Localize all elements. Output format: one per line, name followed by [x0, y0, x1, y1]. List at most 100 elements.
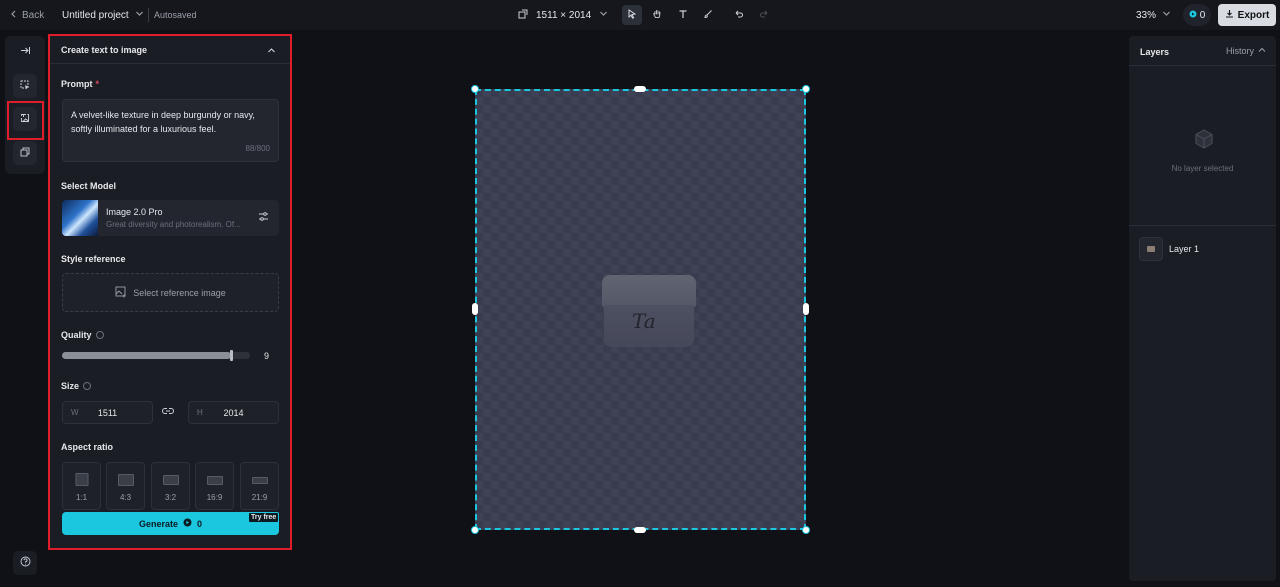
model-thumbnail: [62, 200, 98, 236]
layers-title[interactable]: Layers: [1140, 47, 1169, 57]
collapse-panel-button[interactable]: [13, 40, 37, 64]
divider: [1129, 225, 1276, 226]
back-label: Back: [22, 9, 45, 21]
brush-icon: [703, 8, 713, 22]
arrow-right-bar-icon: [20, 45, 31, 59]
aspect-ratio-21-9[interactable]: 21:9: [240, 462, 279, 510]
jar-lid: [602, 275, 696, 307]
prompt-input[interactable]: A velvet-like texture in deep burgundy o…: [62, 99, 279, 162]
layers-header: Layers History: [1129, 36, 1276, 66]
divider: [148, 8, 149, 22]
undo-icon: [734, 8, 744, 22]
required-marker: *: [95, 79, 100, 89]
layer-thumbnail: [1139, 237, 1163, 261]
layers-panel: Layers History No layer selected Layer 1: [1129, 36, 1276, 581]
coin-icon: [1189, 10, 1197, 21]
top-bar: Back Untitled project Autosaved 1511 × 2…: [0, 0, 1280, 30]
generate-button[interactable]: Generate 0: [62, 512, 279, 535]
resize-handle-bottom-left[interactable]: [471, 526, 479, 534]
select-tool-button[interactable]: [622, 5, 642, 25]
chevron-left-icon: [10, 10, 18, 21]
quality-slider-thumb[interactable]: [229, 350, 233, 361]
link-icon[interactable]: [162, 405, 174, 420]
hand-tool-button[interactable]: [647, 5, 667, 25]
ratio-shape: [75, 473, 88, 486]
resize-handle-top-left[interactable]: [471, 85, 479, 93]
prompt-label-text: Prompt: [61, 79, 93, 89]
product-jar-image[interactable]: Ta: [602, 275, 696, 347]
aspect-label: 4:3: [119, 493, 132, 502]
history-toggle[interactable]: History: [1226, 46, 1266, 56]
history-label: History: [1226, 46, 1255, 56]
export-button[interactable]: Export: [1218, 4, 1276, 26]
width-value[interactable]: 1511: [63, 408, 152, 418]
resize-handle-right[interactable]: [803, 303, 809, 315]
height-value[interactable]: 2014: [189, 408, 278, 418]
model-description: Great diversity and photorealism. Of...: [106, 220, 241, 229]
select-reference-label: Select reference image: [133, 287, 226, 298]
chevron-down-icon: [135, 9, 144, 21]
resize-handle-bottom-right[interactable]: [802, 526, 810, 534]
width-input[interactable]: W 1511: [62, 401, 153, 424]
highlight-box: [7, 101, 44, 140]
credits-count: 0: [1199, 9, 1206, 21]
aspect-ratio-16-9[interactable]: 16:9: [195, 462, 234, 510]
select-reference-image-button[interactable]: Select reference image: [62, 273, 279, 312]
model-name: Image 2.0 Pro: [106, 207, 163, 217]
export-label: Export: [1237, 9, 1270, 21]
chevron-down-icon: [599, 9, 608, 21]
height-input[interactable]: H 2014: [188, 401, 279, 424]
panel-header[interactable]: Create text to image: [50, 36, 290, 64]
resize-handle-top-right[interactable]: [802, 85, 810, 93]
layer-name: Layer 1: [1169, 244, 1200, 254]
info-icon: [83, 382, 92, 390]
model-label: Select Model: [61, 181, 117, 191]
brush-tool-button[interactable]: [698, 5, 718, 25]
resize-handle-left[interactable]: [472, 303, 478, 315]
no-layer-text: No layer selected: [1171, 164, 1234, 173]
resize-handle-top[interactable]: [634, 86, 646, 92]
layers-tool-button[interactable]: [13, 141, 37, 165]
cube-icon: [1193, 128, 1215, 153]
resize-handle-bottom[interactable]: [634, 527, 646, 533]
back-button[interactable]: Back: [10, 0, 44, 30]
generate-cost: 0: [197, 518, 203, 529]
chevron-up-icon[interactable]: [267, 44, 276, 58]
canvas-size: 1511 × 2014: [536, 9, 592, 21]
canvas-size-dropdown[interactable]: 1511 × 2014: [518, 0, 608, 30]
size-label: Size: [61, 381, 92, 391]
text-icon: [678, 8, 688, 22]
quality-label-text: Quality: [61, 330, 92, 340]
aspect-ratio-3-2[interactable]: 3:2: [151, 462, 190, 510]
undo-button[interactable]: [729, 5, 749, 25]
quality-slider-fill: [62, 352, 232, 359]
aspect-ratio-4-3[interactable]: 4:3: [106, 462, 145, 510]
image-add-icon: [115, 286, 127, 300]
aspect-label: 3:2: [164, 493, 177, 502]
image-select-icon: [20, 79, 30, 93]
save-status: Autosaved: [154, 10, 197, 20]
project-name-dropdown[interactable]: Untitled project: [62, 0, 144, 30]
quality-slider[interactable]: [62, 350, 250, 361]
zoom-dropdown[interactable]: 33%: [1136, 0, 1171, 30]
aspect-ratio-1-1[interactable]: 1:1: [62, 462, 101, 510]
quality-value: 9: [264, 351, 270, 361]
aspect-label: 16:9: [206, 493, 223, 502]
redo-button[interactable]: [754, 5, 774, 25]
prompt-counter: 88/800: [245, 144, 270, 153]
layer-item[interactable]: Layer 1: [1139, 236, 1267, 262]
aspect-ratio-label: Aspect ratio: [61, 442, 114, 452]
help-button[interactable]: [13, 551, 37, 575]
image-select-button[interactable]: [13, 74, 37, 98]
credits-badge[interactable]: 0: [1183, 4, 1211, 26]
redo-icon: [759, 8, 769, 22]
resize-icon: [518, 9, 528, 22]
project-name: Untitled project: [62, 9, 129, 21]
sliders-icon[interactable]: [258, 211, 269, 225]
text-tool-button[interactable]: [673, 5, 693, 25]
prompt-text[interactable]: A velvet-like texture in deep burgundy o…: [71, 108, 271, 136]
model-selector[interactable]: Image 2.0 Pro Great diversity and photor…: [62, 200, 279, 236]
download-icon: [1225, 9, 1234, 21]
style-reference-label: Style reference: [61, 254, 126, 264]
size-label-text: Size: [61, 381, 80, 391]
